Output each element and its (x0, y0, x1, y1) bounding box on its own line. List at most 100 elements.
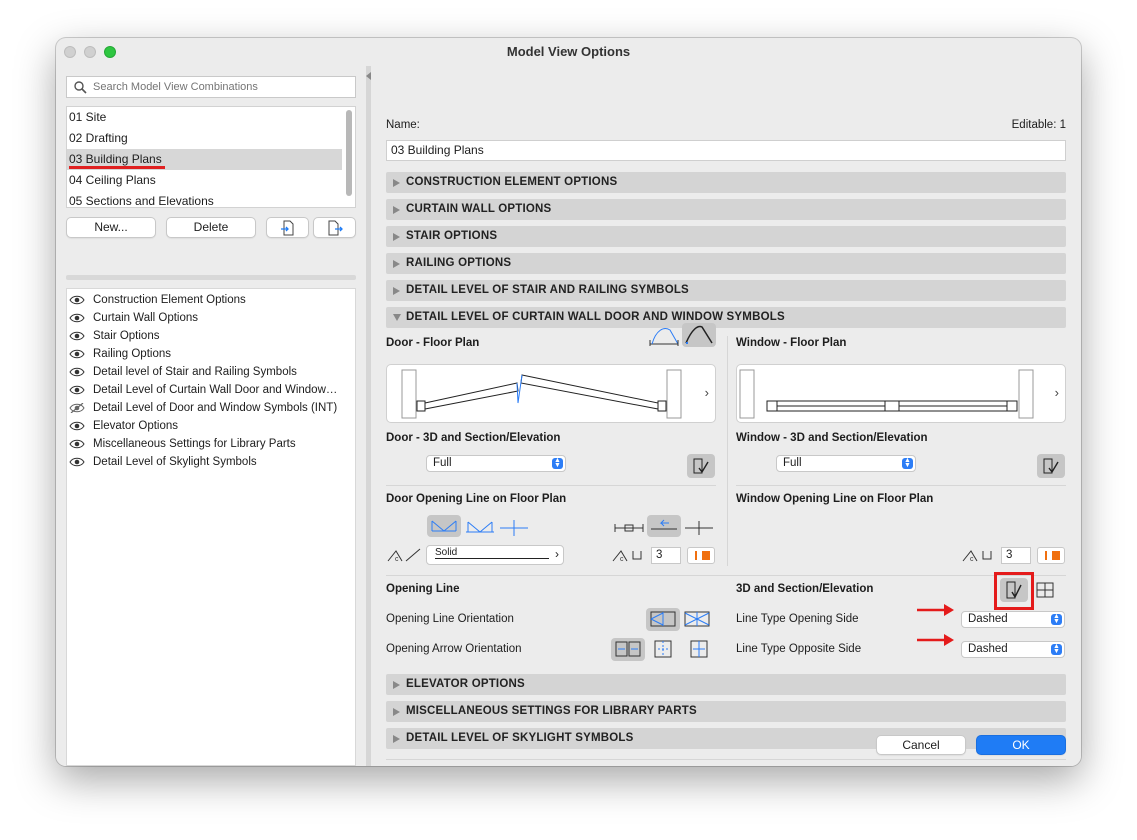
opening-line-orientation-label: Opening Line Orientation (386, 613, 514, 625)
import-button[interactable] (266, 217, 309, 238)
door-3d-settings-button[interactable] (687, 454, 715, 478)
cancel-button[interactable]: Cancel (876, 735, 966, 755)
orientation-style-2-icon[interactable] (683, 610, 711, 628)
door-pen-input[interactable]: 3 (651, 547, 681, 564)
line-type-opposite-side-select[interactable]: Dashed ▲ ▼ (961, 641, 1065, 658)
disclosure-right-icon (393, 735, 400, 743)
orientation-style-1-button[interactable] (646, 608, 680, 631)
door-opening-line-label: Door Opening Line on Floor Plan (386, 493, 567, 505)
option-item[interactable]: Detail Level of Skylight Symbols (67, 453, 355, 471)
option-label: Curtain Wall Options (93, 312, 199, 324)
divider (386, 575, 1066, 576)
eye-icon[interactable] (69, 349, 85, 359)
section-railing-options[interactable]: RAILING OPTIONS (386, 253, 1066, 274)
window-3d-settings-button[interactable] (1037, 454, 1065, 478)
combination-item[interactable]: 05 Sections and Elevations (67, 191, 355, 207)
orientation-inward-icon (650, 611, 676, 627)
search-field[interactable] (66, 76, 356, 98)
door-3d-select[interactable]: Full ▲ ▼ (426, 455, 566, 472)
door-floor-plan-preview[interactable]: › (386, 364, 716, 423)
door-opening-line-style-1-button[interactable] (427, 515, 461, 537)
door-opening-side-style-2-button[interactable] (647, 515, 681, 537)
door-check-icon (693, 458, 709, 474)
combination-item[interactable]: 01 Site (67, 107, 355, 128)
option-item[interactable]: Stair Options (67, 327, 355, 345)
option-item[interactable]: Detail level of Stair and Railing Symbol… (67, 363, 355, 381)
eye-icon[interactable] (69, 421, 85, 431)
section-stair-options[interactable]: STAIR OPTIONS (386, 226, 1066, 247)
section-detail-stair-railing[interactable]: DETAIL LEVEL OF STAIR AND RAILING SYMBOL… (386, 280, 1066, 301)
delete-button[interactable]: Delete (166, 217, 256, 238)
opening-line-3d-door-button[interactable] (1000, 578, 1028, 602)
eye-icon[interactable] (69, 439, 85, 449)
new-button[interactable]: New... (66, 217, 156, 238)
eye-hidden-icon[interactable] (69, 403, 85, 413)
door-pen-color-button[interactable] (687, 547, 715, 564)
svg-text:c: c (395, 556, 399, 563)
window-grid-icon[interactable] (1035, 581, 1055, 599)
search-input[interactable] (93, 78, 351, 96)
section-title: ELEVATOR OPTIONS (406, 678, 525, 690)
name-field[interactable]: 03 Building Plans (386, 140, 1066, 161)
minimize-window-button[interactable] (84, 46, 96, 58)
section-curtain-wall-options[interactable]: CURTAIN WALL OPTIONS (386, 199, 1066, 220)
option-item[interactable]: Detail Level of Door and Window Symbols … (67, 399, 355, 417)
combination-item[interactable]: 02 Drafting (67, 128, 355, 149)
door-3d-value: Full (433, 457, 452, 469)
combination-list[interactable]: 01 Site 02 Drafting 03 Building Plans 04… (66, 106, 356, 208)
ok-button[interactable]: OK (976, 735, 1066, 755)
disclosure-right-icon (393, 260, 400, 268)
close-window-button[interactable] (64, 46, 76, 58)
window-3d-select[interactable]: Full ▲ ▼ (776, 455, 916, 472)
model-view-options-window: Model View Options 01 Site 02 Drafting 0… (56, 38, 1081, 766)
combination-item[interactable]: 04 Ceiling Plans (67, 170, 355, 191)
pen-icon: c (612, 550, 642, 563)
line-type-opening-side-select[interactable]: Dashed ▲ ▼ (961, 611, 1065, 628)
option-item[interactable]: Railing Options (67, 345, 355, 363)
window-floor-plan-preview[interactable]: › (736, 364, 1066, 423)
eye-icon[interactable] (69, 295, 85, 305)
opening-line-label: Opening Line (386, 583, 460, 595)
option-item[interactable]: Detail Level of Curtain Wall Door and Wi… (67, 381, 355, 399)
door-floor-plan-label: Door - Floor Plan (386, 337, 480, 349)
door-symbol-style-2-button[interactable] (682, 323, 716, 347)
selection-underline-annotation (69, 166, 165, 169)
panel-divider[interactable] (66, 275, 356, 280)
arrow-style-1-button[interactable] (611, 638, 645, 661)
door-opening-line-style-2-icon[interactable] (464, 516, 496, 536)
window-pen-color-button[interactable] (1037, 547, 1065, 564)
door-opening-line-style-3-icon[interactable] (498, 516, 530, 536)
list-scrollbar[interactable] (346, 110, 352, 196)
eye-icon[interactable] (69, 313, 85, 323)
section-elevator-options[interactable]: ELEVATOR OPTIONS (386, 674, 1066, 695)
line-type-opposite-side-label: Line Type Opposite Side (736, 643, 862, 655)
arrow-style-2-icon[interactable] (653, 640, 673, 658)
option-set-list[interactable]: Construction Element Options Curtain Wal… (66, 288, 356, 766)
option-item[interactable]: Construction Element Options (67, 291, 355, 309)
eye-icon[interactable] (69, 367, 85, 377)
section-misc-settings[interactable]: MISCELLANEOUS SETTINGS FOR LIBRARY PARTS (386, 701, 1066, 722)
chevron-right-icon[interactable]: › (1055, 385, 1059, 400)
export-button[interactable] (313, 217, 356, 238)
door-symbol-style-1-icon[interactable] (648, 324, 680, 346)
section-title: CURTAIN WALL OPTIONS (406, 203, 552, 215)
section-detail-curtain-wall-door-window[interactable]: DETAIL LEVEL OF CURTAIN WALL DOOR AND WI… (386, 307, 1066, 328)
door-opening-side-style-3-icon[interactable] (683, 516, 715, 536)
eye-icon[interactable] (69, 331, 85, 341)
option-label: Detail level of Stair and Railing Symbol… (93, 366, 297, 378)
section-construction-element-options[interactable]: CONSTRUCTION ELEMENT OPTIONS (386, 172, 1066, 193)
zoom-window-button[interactable] (104, 46, 116, 58)
select-arrows-icon: ▲ ▼ (1051, 613, 1062, 625)
door-line-type-select[interactable]: Solid › (426, 545, 564, 565)
option-item[interactable]: Curtain Wall Options (67, 309, 355, 327)
solid-line-preview (435, 558, 549, 559)
door-opening-side-style-1-icon[interactable] (613, 516, 645, 536)
option-item[interactable]: Elevator Options (67, 417, 355, 435)
eye-icon[interactable] (69, 457, 85, 467)
chevron-right-icon[interactable]: › (705, 385, 709, 400)
eye-icon[interactable] (69, 385, 85, 395)
option-item[interactable]: Miscellaneous Settings for Library Parts (67, 435, 355, 453)
window-pen-input[interactable]: 3 (1001, 547, 1031, 564)
arrow-style-3-icon[interactable] (689, 640, 709, 658)
section-title: DETAIL LEVEL OF CURTAIN WALL DOOR AND WI… (406, 311, 785, 323)
